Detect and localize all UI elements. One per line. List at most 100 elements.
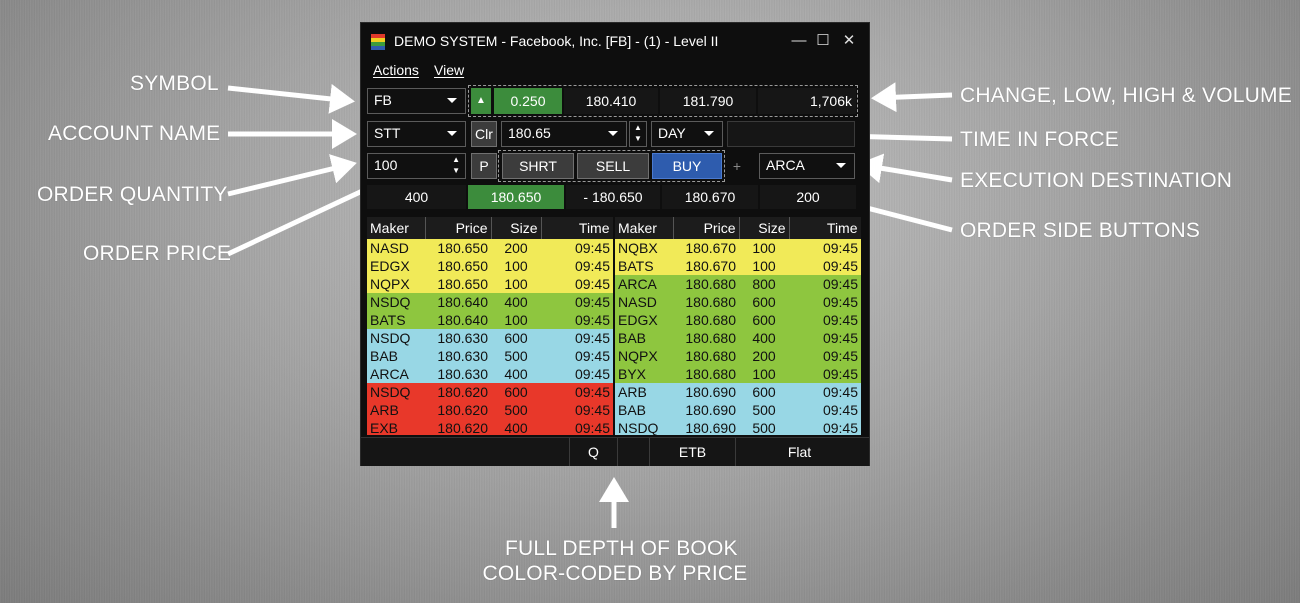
maximize-icon[interactable]: ☐ [813, 31, 833, 51]
bid-maker-cell: BAB [367, 347, 425, 365]
ask-header-maker[interactable]: Maker [615, 217, 674, 239]
ask-maker-cell: BAB [615, 329, 673, 347]
arrow-up-icon: ▲ [471, 88, 491, 114]
bid-maker-cell: EDGX [367, 257, 425, 275]
bid-size-cell: 400 [491, 419, 541, 435]
ask-price-cell: 180.670 [673, 257, 739, 275]
ask-price-cell: 180.680 [673, 329, 739, 347]
bid-book-row[interactable]: EDGX 180.650 100 09:45 [367, 257, 613, 275]
menu-actions[interactable]: Actions [373, 62, 419, 78]
destination-select[interactable]: ARCA [759, 153, 855, 179]
bid-book-row[interactable]: NQPX 180.650 100 09:45 [367, 275, 613, 293]
app-icon [371, 34, 385, 50]
ask-time-cell: 09:45 [789, 239, 861, 257]
bid-header-maker[interactable]: Maker [367, 217, 426, 239]
bid-book-row[interactable]: NASD 180.650 200 09:45 [367, 239, 613, 257]
bid-size-cell: 100 [491, 311, 541, 329]
ask-book-row[interactable]: NQBX 180.670 100 09:45 [615, 239, 861, 257]
buy-button[interactable]: BUY [652, 153, 722, 179]
ask-maker-cell: NSDQ [615, 419, 673, 435]
ask-header-price[interactable]: Price [673, 217, 740, 239]
bid-book-row[interactable]: EXB 180.620 400 09:45 [367, 419, 613, 435]
bid-price-cell: 180.650 [425, 239, 491, 257]
bid-book[interactable]: Maker Price Size Time NASD 180.650 200 09:4… [367, 217, 613, 435]
bid-size-cell: 200 [491, 239, 541, 257]
p-button[interactable]: P [471, 153, 497, 179]
bid-time-cell: 09:45 [541, 275, 613, 293]
ask-size-cell: 500 [739, 401, 789, 419]
bid-maker-cell: BATS [367, 311, 425, 329]
status-q[interactable]: Q [569, 438, 617, 466]
bid-size-cell: 400 [491, 293, 541, 311]
bid-maker-cell: ARB [367, 401, 425, 419]
ask-book-row[interactable]: BYX 180.680 100 09:45 [615, 365, 861, 383]
bid-time-cell: 09:45 [541, 347, 613, 365]
ask-time-cell: 09:45 [789, 275, 861, 293]
ask-book-row[interactable]: ARCA 180.680 800 09:45 [615, 275, 861, 293]
bid-book-row[interactable]: NSDQ 180.640 400 09:45 [367, 293, 613, 311]
ask-book-row[interactable]: BAB 180.690 500 09:45 [615, 401, 861, 419]
menu-view[interactable]: View [434, 62, 464, 78]
bid-book-row[interactable]: ARCA 180.630 400 09:45 [367, 365, 613, 383]
price-spinner-icon[interactable]: ▲ ▼ [629, 121, 647, 147]
bid-header-size[interactable]: Size [491, 217, 542, 239]
clear-button[interactable]: Clr [471, 121, 497, 147]
price-field[interactable]: 180.65 [501, 121, 627, 147]
callout-time-in-force: TIME IN FORCE [960, 128, 1119, 151]
bid-book-row[interactable]: NSDQ 180.620 600 09:45 [367, 383, 613, 401]
ask-price-cell: 180.690 [673, 401, 739, 419]
bid-time-cell: 09:45 [541, 257, 613, 275]
plus-icon[interactable]: + [727, 153, 747, 179]
ask-book-row[interactable]: BATS 180.670 100 09:45 [615, 257, 861, 275]
ask-time-cell: 09:45 [789, 329, 861, 347]
short-button[interactable]: SHRT [502, 153, 574, 179]
window-title: DEMO SYSTEM - Facebook, Inc. [FB] - (1) … [394, 33, 719, 49]
bid-time-cell: 09:45 [541, 239, 613, 257]
status-etb[interactable]: ETB [649, 438, 735, 466]
ask-book-row[interactable]: NASD 180.680 600 09:45 [615, 293, 861, 311]
tif-value: DAY [658, 125, 686, 141]
ask-header-size[interactable]: Size [739, 217, 790, 239]
ask-book-row[interactable]: ARB 180.690 600 09:45 [615, 383, 861, 401]
ask-price-cell: 180.680 [673, 347, 739, 365]
ask-book-row[interactable]: NQPX 180.680 200 09:45 [615, 347, 861, 365]
ask-size-cell: 800 [739, 275, 789, 293]
ask-maker-cell: ARCA [615, 275, 673, 293]
high-value: 181.790 [660, 88, 756, 114]
callout-execution-destination: EXECUTION DESTINATION [960, 169, 1233, 192]
bid-book-row[interactable]: BATS 180.640 100 09:45 [367, 311, 613, 329]
bid-time-cell: 09:45 [541, 401, 613, 419]
bid-time-cell: 09:45 [541, 293, 613, 311]
bid-header-price[interactable]: Price [425, 217, 492, 239]
ask-header-time[interactable]: Time [789, 217, 861, 239]
price-value: 180.65 [508, 125, 551, 141]
sell-button[interactable]: SELL [577, 153, 649, 179]
tif-select[interactable]: DAY [651, 121, 723, 147]
symbol-value: FB [374, 92, 392, 108]
bid-price-cell: 180.640 [425, 311, 491, 329]
quantity-spinner-icon[interactable]: ▲ ▼ [452, 154, 460, 176]
bid-maker-cell: NSDQ [367, 329, 425, 347]
ask-maker-cell: BYX [615, 365, 673, 383]
bid-maker-cell: NASD [367, 239, 425, 257]
bid-book-row[interactable]: ARB 180.620 500 09:45 [367, 401, 613, 419]
ask-value: 180.670 [662, 185, 758, 209]
ask-size-cell: 400 [739, 329, 789, 347]
close-icon[interactable]: ✕ [839, 31, 859, 51]
status-empty [617, 438, 649, 466]
bid-book-row[interactable]: BAB 180.630 500 09:45 [367, 347, 613, 365]
bid-maker-cell: NSDQ [367, 383, 425, 401]
bid-book-row[interactable]: NSDQ 180.630 600 09:45 [367, 329, 613, 347]
ask-book-row[interactable]: BAB 180.680 400 09:45 [615, 329, 861, 347]
symbol-select[interactable]: FB [367, 88, 466, 114]
quantity-field[interactable]: 100 ▲ ▼ [367, 153, 466, 179]
ask-size-cell: 200 [739, 347, 789, 365]
ask-book-row[interactable]: NSDQ 180.690 500 09:45 [615, 419, 861, 435]
status-flat[interactable]: Flat [735, 438, 863, 466]
account-select[interactable]: STT [367, 121, 466, 147]
bid-header-time[interactable]: Time [541, 217, 613, 239]
ask-book[interactable]: Maker Price Size Time NQBX 180.670 100 09:4… [615, 217, 861, 435]
minimize-icon[interactable]: — [789, 31, 809, 51]
bid-price-cell: 180.620 [425, 383, 491, 401]
ask-book-row[interactable]: EDGX 180.680 600 09:45 [615, 311, 861, 329]
